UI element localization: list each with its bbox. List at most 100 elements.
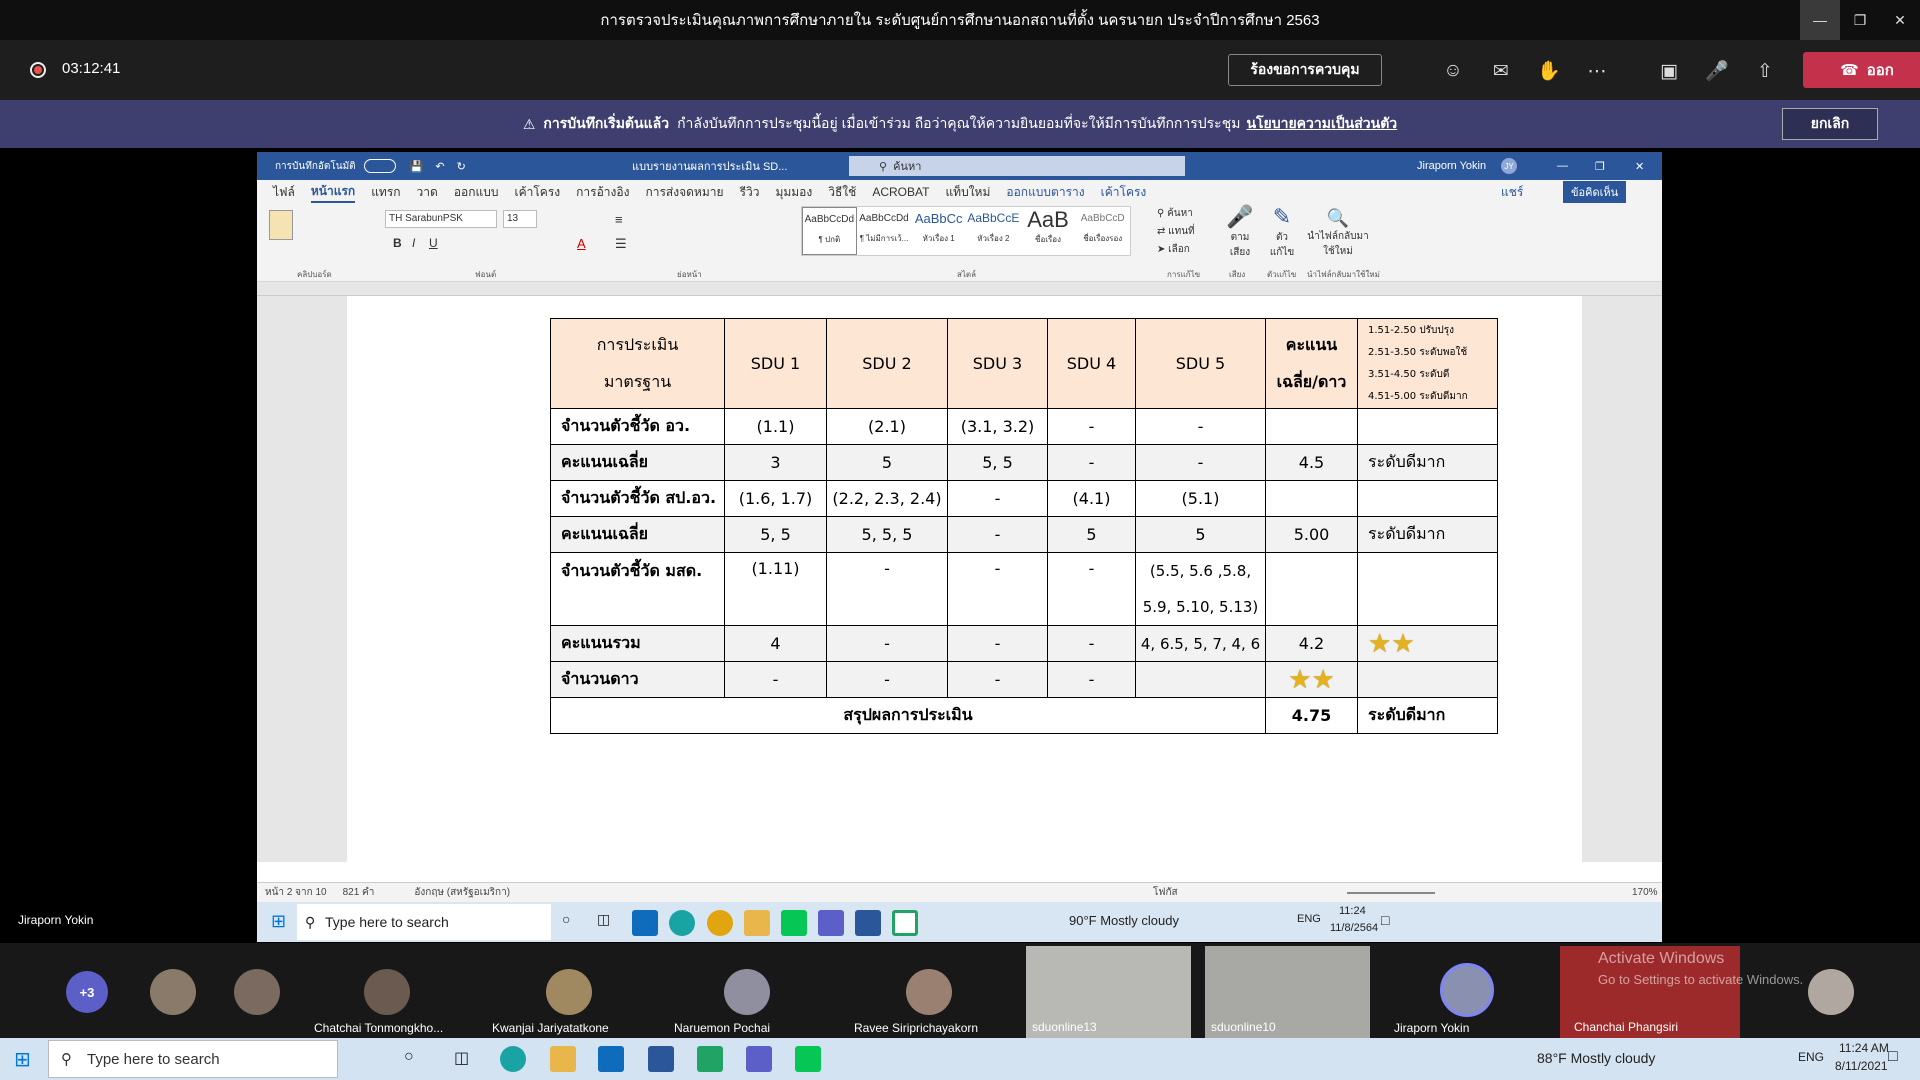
task-view-icon[interactable]: ◫ [597,911,610,928]
horizontal-ruler[interactable] [257,282,1662,296]
dictate-button[interactable]: 🎤 ตามเสียง [1225,204,1255,260]
undo-icon[interactable]: ↶ [435,160,444,173]
font-size-select[interactable]: 13 [503,210,537,228]
word-close-icon[interactable]: ✕ [1635,160,1644,173]
focus-button[interactable]: โฟกัส [1153,885,1178,900]
taskbar-lang[interactable]: ENG [1798,1050,1824,1064]
cortana-icon[interactable]: ○ [404,1048,414,1066]
tab-design[interactable]: ออกแบบ [454,183,499,202]
inner-date[interactable]: 11/8/2564 [1330,922,1378,934]
style-heading-2[interactable]: AaBbCcE หัวเรื่อง 2 [966,207,1021,255]
find-button[interactable]: ⚲ ค้นหา [1157,206,1193,221]
user-avatar[interactable]: JY [1501,158,1517,174]
chrome-icon[interactable] [707,910,733,936]
taskbar-date[interactable]: 8/11/2021 [1835,1059,1888,1073]
style-normal[interactable]: AaBbCcDd ¶ ปกติ [802,207,857,255]
video-tile[interactable]: sduonline10 [1205,946,1370,1038]
word-user-name[interactable]: Jiraporn Yokin [1417,160,1486,172]
privacy-policy-link[interactable]: นโยบายความเป็นส่วนตัว [1246,113,1397,135]
participant-tile[interactable]: Kwanjai Jariyatatkone [480,943,655,1038]
dismiss-banner-button[interactable]: ยกเลิก [1782,108,1878,140]
tab-review[interactable]: รีวิว [740,183,760,202]
minimize-button[interactable]: — [1800,0,1840,40]
task-view-icon[interactable]: ◫ [454,1048,469,1068]
underline-icon[interactable]: U [429,236,438,250]
more-icon[interactable]: ⋯ [1584,58,1610,84]
tab-references[interactable]: การอ้างอิง [576,183,629,202]
participant-tile[interactable]: Naruemon Pochai [660,943,835,1038]
align-left-icon[interactable]: ☰ [615,236,627,252]
app-icon[interactable] [892,910,918,936]
font-color-icon[interactable]: A [577,236,586,251]
mail-icon[interactable] [598,1046,624,1072]
video-tile[interactable]: sduonline13 [1026,946,1191,1038]
language[interactable]: อังกฤษ (สหรัฐอเมริกา) [414,885,510,900]
word-icon[interactable] [648,1046,674,1072]
tab-table-layout[interactable]: เค้าโครง [1101,183,1147,202]
zoom-slider[interactable] [1347,892,1435,894]
word-icon[interactable] [855,910,881,936]
taskbar-time[interactable]: 11:24 AM [1839,1041,1889,1055]
leave-button[interactable]: ☎ ออก [1803,52,1920,88]
taskbar-search-box[interactable]: ⚲ Type here to search [48,1040,338,1078]
participant-tile[interactable]: Chatchai Tonmongkho... [300,943,475,1038]
edge-icon[interactable] [500,1046,526,1072]
restore-button[interactable]: ❐ [1840,0,1880,40]
autosave-toggle[interactable] [363,159,396,173]
word-restore-icon[interactable]: ❐ [1595,160,1605,173]
share-icon[interactable]: ⇧ [1752,58,1778,84]
inner-weather[interactable]: 90°F Mostly cloudy [1069,913,1179,928]
taskbar-weather[interactable]: 88°F Mostly cloudy [1537,1050,1655,1066]
replace-button[interactable]: ⇄ แทนที่ [1157,224,1195,239]
mic-off-icon[interactable]: 🎤 [1704,58,1730,84]
redo-icon[interactable]: ↻ [457,160,466,173]
inner-time[interactable]: 11:24 [1339,905,1366,917]
tab-file[interactable]: ไฟล์ [273,183,295,202]
reactions-icon[interactable]: ✋ [1536,58,1562,84]
tab-table-design[interactable]: ออกแบบตาราง [1006,183,1084,202]
chat-icon[interactable]: ✉ [1488,58,1514,84]
notification-icon[interactable]: □ [1888,1048,1898,1066]
request-control-button[interactable]: ร้องขอการควบคุม [1228,54,1382,86]
word-minimize-icon[interactable]: — [1557,160,1568,172]
page-count[interactable]: หน้า 2 จาก 10 [265,885,327,900]
overflow-participants-button[interactable]: +3 [66,971,108,1013]
italic-icon[interactable]: I [412,236,415,250]
document-title[interactable]: แบบรายงานผลการประเมิน SD... [632,157,787,175]
word-count[interactable]: 821 คำ [343,885,375,900]
tab-view[interactable]: มุมมอง [775,183,812,202]
people-icon[interactable]: ☺ [1440,58,1466,84]
tab-home[interactable]: หน้าแรก [310,182,356,203]
inner-search-box[interactable]: ⚲ Type here to search [297,904,551,940]
paste-icon[interactable] [269,210,293,240]
bold-icon[interactable]: B [393,236,402,250]
cortana-icon[interactable]: ○ [562,911,570,927]
reuse-files-button[interactable]: 🔍 นำไฟล์กลับมาใช้ใหม่ [1307,208,1369,259]
file-explorer-icon[interactable] [550,1046,576,1072]
word-search-box[interactable]: ⚲ ค้นหา [849,156,1185,176]
select-button[interactable]: ➤ เลือก [1157,242,1190,257]
mail-icon[interactable] [632,910,658,936]
close-button[interactable]: ✕ [1880,0,1920,40]
edge-icon[interactable] [669,910,695,936]
participant-tile[interactable]: Ravee Siriprichayakorn [840,943,1015,1038]
tab-acrobat[interactable]: ACROBAT [872,185,929,199]
teams-icon[interactable] [818,910,844,936]
notification-icon[interactable]: □ [1381,912,1389,928]
excel-icon[interactable] [697,1046,723,1072]
share-button[interactable]: แชร์ [1501,183,1523,202]
font-name-select[interactable]: TH SarabunPSK [385,210,497,228]
avatar[interactable] [1808,969,1854,1015]
style-heading-1[interactable]: AaBbCc หัวเรื่อง 1 [911,207,966,255]
camera-off-icon[interactable]: ▣ [1656,58,1682,84]
file-explorer-icon[interactable] [744,910,770,936]
teams-icon[interactable] [746,1046,772,1072]
zoom-level[interactable]: 170% [1632,887,1658,898]
tab-mailings[interactable]: การส่งจดหมาย [645,183,723,202]
line-icon[interactable] [795,1046,821,1072]
comments-button[interactable]: ข้อคิดเห็น [1563,181,1627,203]
tab-layout[interactable]: เค้าโครง [514,183,560,202]
tab-help[interactable]: วิธีใช้ [828,183,856,202]
inner-lang[interactable]: ENG [1297,913,1321,925]
tab-insert[interactable]: แทรก [371,183,400,202]
